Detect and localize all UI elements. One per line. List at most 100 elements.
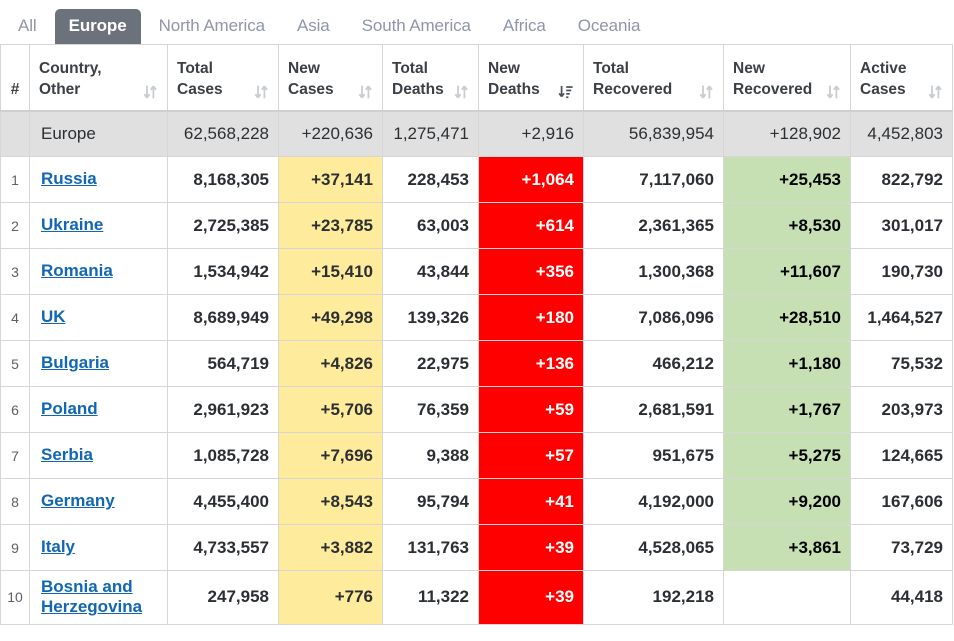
- cell-new_cases: +5,706: [278, 386, 383, 433]
- cell-new_cases: +15,410: [278, 248, 383, 295]
- country-link[interactable]: Italy: [41, 537, 75, 557]
- country-cell[interactable]: Russia: [29, 156, 168, 203]
- covid-statistics-table: # Country, Other Total Cases New Cases Total…: [0, 44, 953, 625]
- cell-new_deaths: +1,064: [478, 156, 584, 203]
- cell-new_recovered: +28,510: [723, 294, 851, 341]
- tab-south-america[interactable]: South America: [348, 9, 485, 44]
- row-index: 10: [0, 570, 30, 625]
- column-header-active_cases[interactable]: Active Cases: [850, 44, 953, 112]
- cell-new_recovered: +25,453: [723, 156, 851, 203]
- cell-new_cases: +776: [278, 570, 383, 625]
- sort-both-icon[interactable]: [453, 84, 469, 101]
- country-cell[interactable]: UK: [29, 294, 168, 341]
- column-header-total_deaths[interactable]: Total Deaths: [382, 44, 479, 112]
- column-header-new_deaths[interactable]: New Deaths: [478, 44, 584, 112]
- table-body: Europe 62,568,228 +220,636 1,275,471 +2,916 5…: [0, 110, 953, 625]
- country-cell[interactable]: Germany: [29, 478, 168, 525]
- country-cell[interactable]: Bosnia and Herzegovina: [29, 570, 168, 625]
- cell-new_cases: +7,696: [278, 432, 383, 479]
- cell-new_recovered: +9,200: [723, 478, 851, 525]
- row-index: 1: [0, 156, 30, 203]
- cell-total_deaths: 11,322: [382, 570, 479, 625]
- cell-total_cases: 1,534,942: [167, 248, 279, 295]
- row-index: 7: [0, 432, 30, 479]
- country-cell[interactable]: Romania: [29, 248, 168, 295]
- cell-total_recovered: 2,681,591: [583, 386, 724, 433]
- table-row: 8 Germany 4,455,400 +8,543 95,794 +41 4,192,00…: [0, 478, 953, 525]
- cell-total_cases: 62,568,228: [167, 110, 279, 157]
- cell-new_recovered: +3,861: [723, 524, 851, 571]
- row-index: [0, 110, 30, 157]
- sort-descending-icon[interactable]: [558, 84, 574, 101]
- column-header-new_recovered[interactable]: New Recovered: [723, 44, 851, 112]
- country-link[interactable]: UK: [41, 307, 66, 327]
- tab-europe[interactable]: Europe: [54, 9, 141, 44]
- cell-new_cases: +37,141: [278, 156, 383, 203]
- country-link[interactable]: Ukraine: [41, 215, 103, 235]
- table-row: 7 Serbia 1,085,728 +7,696 9,388 +57 951,675 +5,…: [0, 432, 953, 479]
- tab-north-america[interactable]: North America: [145, 9, 279, 44]
- sort-both-icon[interactable]: [825, 84, 841, 101]
- cell-new_deaths: +614: [478, 202, 584, 249]
- row-index: 8: [0, 478, 30, 525]
- country-cell[interactable]: Bulgaria: [29, 340, 168, 387]
- table-row: 1 Russia 8,168,305 +37,141 228,453 +1,064 7,11…: [0, 156, 953, 203]
- continent-name: Europe: [41, 123, 96, 143]
- sort-both-icon[interactable]: [357, 84, 373, 101]
- country-link[interactable]: Romania: [41, 261, 113, 281]
- country-cell[interactable]: Ukraine: [29, 202, 168, 249]
- cell-active_cases: 4,452,803: [850, 110, 953, 157]
- cell-total_cases: 247,958: [167, 570, 279, 625]
- cell-total_cases: 4,455,400: [167, 478, 279, 525]
- cell-total_recovered: 2,361,365: [583, 202, 724, 249]
- column-header-country[interactable]: Country, Other: [29, 44, 168, 112]
- country-cell[interactable]: Poland: [29, 386, 168, 433]
- column-header-total_recovered[interactable]: Total Recovered: [583, 44, 724, 112]
- cell-new_cases: +3,882: [278, 524, 383, 571]
- tab-all[interactable]: All: [4, 9, 51, 44]
- cell-total_deaths: 95,794: [382, 478, 479, 525]
- country-link[interactable]: Poland: [41, 399, 98, 419]
- cell-active_cases: 203,973: [850, 386, 953, 433]
- cell-new_recovered: +11,607: [723, 248, 851, 295]
- country-link[interactable]: Russia: [41, 169, 97, 189]
- tab-africa[interactable]: Africa: [489, 9, 560, 44]
- column-header-new_cases[interactable]: New Cases: [278, 44, 383, 112]
- country-link[interactable]: Bosnia and Herzegovina: [41, 577, 158, 618]
- cell-total_cases: 8,168,305: [167, 156, 279, 203]
- column-header-index[interactable]: #: [0, 44, 30, 112]
- column-header-total_cases[interactable]: Total Cases: [167, 44, 279, 112]
- cell-active_cases: 75,532: [850, 340, 953, 387]
- country-link[interactable]: Serbia: [41, 445, 93, 465]
- table-row: 3 Romania 1,534,942 +15,410 43,844 +356 1,300,…: [0, 248, 953, 295]
- column-header-label: Total Recovered: [593, 59, 673, 98]
- cell-new_recovered: [723, 570, 851, 625]
- cell-total_deaths: 1,275,471: [382, 110, 479, 157]
- cell-active_cases: 167,606: [850, 478, 953, 525]
- table-row: 10 Bosnia and Herzegovina 247,958 +776 11,32…: [0, 570, 953, 625]
- sort-both-icon[interactable]: [253, 84, 269, 101]
- covid-statistics-table-wrap: # Country, Other Total Cases New Cases Total…: [0, 44, 954, 625]
- country-cell[interactable]: Italy: [29, 524, 168, 571]
- country-link[interactable]: Germany: [41, 491, 115, 511]
- sort-both-icon[interactable]: [698, 84, 714, 101]
- cell-active_cases: 1,464,527: [850, 294, 953, 341]
- cell-new_deaths: +180: [478, 294, 584, 341]
- country-cell[interactable]: Serbia: [29, 432, 168, 479]
- sort-both-icon[interactable]: [142, 84, 158, 101]
- table-row: 5 Bulgaria 564,719 +4,826 22,975 +136 466,212 +…: [0, 340, 953, 387]
- cell-new_deaths: +59: [478, 386, 584, 433]
- column-header-label: Country, Other: [39, 59, 102, 98]
- tab-asia[interactable]: Asia: [283, 9, 344, 44]
- table-head: # Country, Other Total Cases New Cases Total…: [0, 44, 953, 112]
- cell-new_deaths: +356: [478, 248, 584, 295]
- row-index: 3: [0, 248, 30, 295]
- table-row: 6 Poland 2,961,923 +5,706 76,359 +59 2,681,591…: [0, 386, 953, 433]
- country-link[interactable]: Bulgaria: [41, 353, 109, 373]
- cell-new_recovered: +5,275: [723, 432, 851, 479]
- tab-oceania[interactable]: Oceania: [564, 9, 655, 44]
- table-row: 4 UK 8,689,949 +49,298 139,326 +180 7,086,096 +…: [0, 294, 953, 341]
- row-index: 2: [0, 202, 30, 249]
- row-index: 4: [0, 294, 30, 341]
- sort-both-icon[interactable]: [927, 84, 943, 101]
